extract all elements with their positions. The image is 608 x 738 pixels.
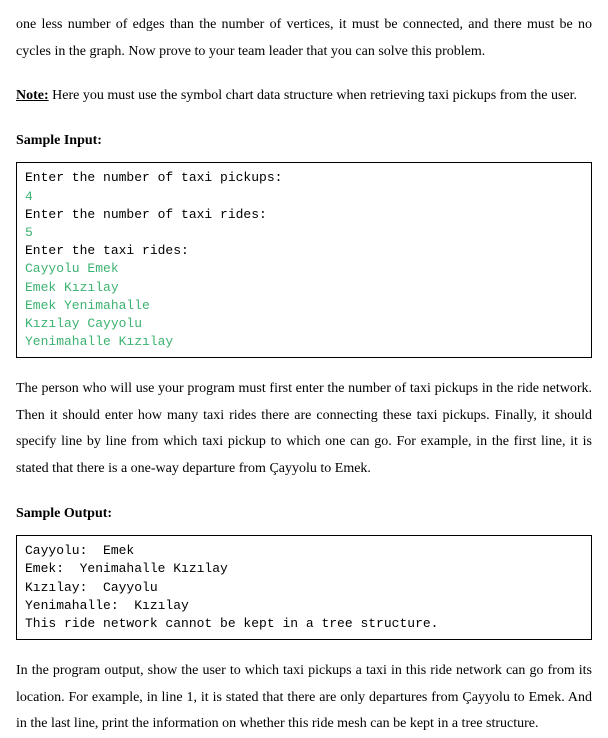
code-line: Enter the number of taxi pickups: bbox=[25, 169, 583, 187]
note-label: Note: bbox=[16, 88, 49, 103]
code-line: Yenimahalle: Kızılay bbox=[25, 597, 583, 615]
sample-input-heading: Sample Input: bbox=[16, 128, 592, 155]
code-line: This ride network cannot be kept in a tr… bbox=[25, 615, 583, 633]
middle-paragraph: The person who will use your program mus… bbox=[16, 376, 592, 482]
code-line: Enter the number of taxi rides: bbox=[25, 206, 583, 224]
note-text: Here you must use the symbol chart data … bbox=[49, 88, 577, 103]
sample-input-box: Enter the number of taxi pickups:4Enter … bbox=[16, 162, 592, 358]
code-line: Cayyolu Emek bbox=[25, 260, 583, 278]
code-line: Yenimahalle Kızılay bbox=[25, 333, 583, 351]
code-line: Kızılay: Cayyolu bbox=[25, 579, 583, 597]
sample-output-box: Cayyolu: EmekEmek: Yenimahalle KızılayKı… bbox=[16, 535, 592, 640]
code-line: 5 bbox=[25, 224, 583, 242]
code-line: Enter the taxi rides: bbox=[25, 242, 583, 260]
intro-paragraph: one less number of edges than the number… bbox=[16, 12, 592, 65]
code-line: Emek Yenimahalle bbox=[25, 297, 583, 315]
final-paragraph: In the program output, show the user to … bbox=[16, 658, 592, 738]
code-line: Emek: Yenimahalle Kızılay bbox=[25, 560, 583, 578]
sample-output-heading: Sample Output: bbox=[16, 501, 592, 528]
code-line: 4 bbox=[25, 188, 583, 206]
code-line: Cayyolu: Emek bbox=[25, 542, 583, 560]
note-line: Note: Here you must use the symbol chart… bbox=[16, 83, 592, 110]
code-line: Emek Kızılay bbox=[25, 279, 583, 297]
code-line: Kızılay Cayyolu bbox=[25, 315, 583, 333]
